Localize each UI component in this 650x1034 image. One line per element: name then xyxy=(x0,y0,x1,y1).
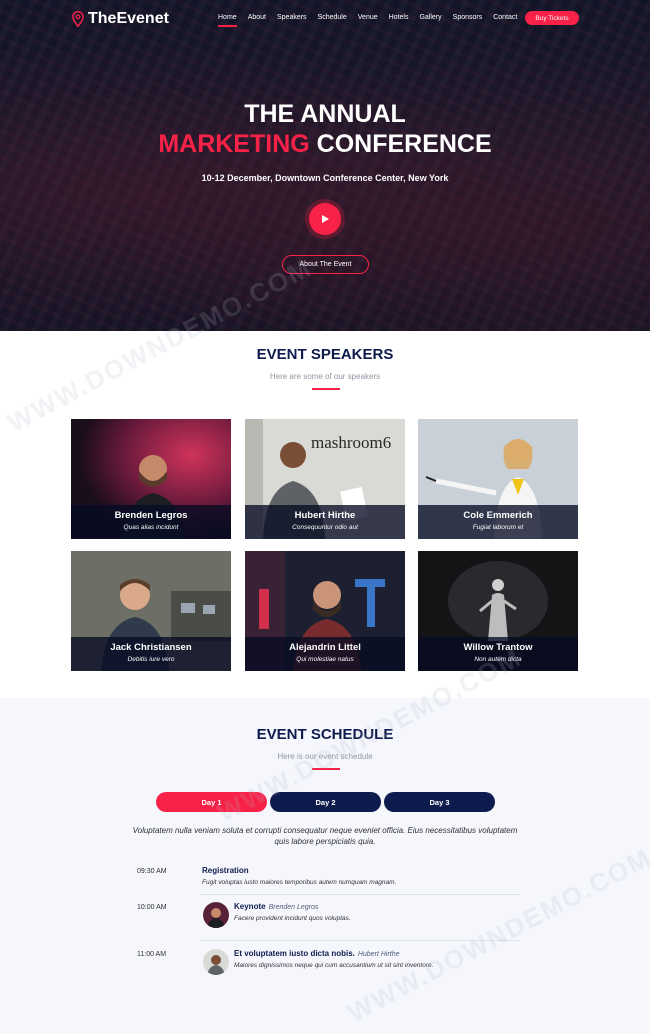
schedule-desc: Fugit voluptas iusto maiores temporibus … xyxy=(202,879,397,886)
speaker-role: Non autem dicta xyxy=(474,656,522,663)
speaker-name: Hubert Hirthe xyxy=(294,510,356,521)
schedule-title: Et voluptatem iusto dicta nobis. Hubert H… xyxy=(234,949,400,958)
speakers-title: EVENT SPEAKERS xyxy=(256,346,394,363)
speaker-card[interactable]: Jack Christiansen Debitis iure vero xyxy=(71,551,231,671)
speaker-role: Fugiat laborum et xyxy=(472,524,524,531)
hero-subtitle: 10-12 December, Downtown Conference Cent… xyxy=(201,173,449,183)
speaker-role: Qui molestiae natus xyxy=(296,656,354,663)
speaker-role: Consequuntur odio aut xyxy=(292,524,358,531)
schedule-speaker: Brenden Legros xyxy=(268,904,319,911)
hero-title-line1: THE ANNUAL xyxy=(244,100,406,128)
nav-gallery[interactable]: Gallery xyxy=(419,12,441,23)
speaker-card[interactable]: Willow Trantow Non autem dicta xyxy=(418,551,578,671)
section-divider xyxy=(312,388,340,390)
speaker-name: Brenden Legros xyxy=(114,510,188,521)
nav-home[interactable]: Home xyxy=(218,12,237,27)
speaker-name: Jack Christiansen xyxy=(110,642,192,653)
speaker-role: Debitis iure vero xyxy=(127,656,175,663)
divider xyxy=(200,894,520,895)
speaker-role: Quas alias incidunt xyxy=(123,524,179,531)
tab-day-2[interactable]: Day 2 xyxy=(270,792,381,812)
avatar-photo xyxy=(203,949,229,975)
nav-speakers[interactable]: Speakers xyxy=(277,12,307,23)
speaker-caption: Alejandrin Littel Qui molestiae natus xyxy=(245,637,405,671)
speaker-caption: Hubert Hirthe Consequuntur odio aut xyxy=(245,505,405,539)
speaker-name: Willow Trantow xyxy=(463,642,533,653)
nav-about[interactable]: About xyxy=(248,12,266,23)
buy-tickets-button[interactable]: Buy Tickets xyxy=(525,11,579,25)
speaker-caption: Cole Emmerich Fugiat laborum et xyxy=(418,505,578,539)
speakers-subtitle: Here are some of our speakers xyxy=(269,372,381,381)
map-pin-icon xyxy=(72,11,84,27)
about-event-button[interactable]: About The Event xyxy=(282,255,369,274)
nav-contact[interactable]: Contact xyxy=(493,12,517,23)
schedule-time: 10:00 AM xyxy=(137,904,167,911)
schedule-title: EVENT SCHEDULE xyxy=(256,726,394,743)
hero-title-line2: MARKETING CONFERENCE xyxy=(0,130,650,159)
tab-day-3[interactable]: Day 3 xyxy=(384,792,495,812)
section-divider xyxy=(312,768,340,770)
speaker-card[interactable]: Cole Emmerich Fugiat laborum et xyxy=(418,419,578,539)
schedule-time: 09:30 AM xyxy=(137,868,167,875)
schedule-title: Registration xyxy=(202,866,249,875)
speaker-card[interactable]: mashroom6 Hubert Hirthe Consequuntur odi… xyxy=(245,419,405,539)
avatar xyxy=(203,902,229,928)
nav-sponsors[interactable]: Sponsors xyxy=(453,12,483,23)
main-nav: Home About Speakers Schedule Venue Hotel… xyxy=(218,12,528,27)
nav-schedule[interactable]: Schedule xyxy=(318,12,347,23)
hero-section: TheEvenet Home About Speakers Schedule V… xyxy=(0,0,650,331)
schedule-subtitle: Here is our event schedule xyxy=(277,752,373,761)
logo-text: TheEvenet xyxy=(88,10,169,27)
nav-venue[interactable]: Venue xyxy=(358,12,378,23)
schedule-item-title: Keynote xyxy=(234,902,266,911)
schedule-item-title: Et voluptatem iusto dicta nobis. xyxy=(234,949,355,958)
schedule-title: Keynote Brenden Legros xyxy=(234,902,318,911)
logo[interactable]: TheEvenet xyxy=(72,10,169,28)
schedule-time: 11:00 AM xyxy=(137,951,167,958)
speaker-caption: Brenden Legros Quas alias incidunt xyxy=(71,505,231,539)
divider xyxy=(200,940,520,941)
schedule-desc: Maiores dignissimos neque qui cum accusa… xyxy=(234,962,434,969)
schedule-intro: Voluptatem nulla veniam soluta et corrup… xyxy=(132,826,518,846)
play-icon xyxy=(322,215,329,223)
speaker-name: Alejandrin Littel xyxy=(289,642,361,653)
schedule-item-title: Registration xyxy=(202,866,249,875)
avatar-photo xyxy=(203,902,229,928)
sign-text: mashroom6 xyxy=(311,433,392,452)
schedule-section xyxy=(0,698,650,1034)
schedule-speaker: Hubert Hirthe xyxy=(357,951,400,958)
hero-title-rest: CONFERENCE xyxy=(309,130,492,158)
nav-hotels[interactable]: Hotels xyxy=(389,12,409,23)
tab-day-1[interactable]: Day 1 xyxy=(156,792,267,812)
schedule-desc: Facere provident incidunt quos voluptas. xyxy=(234,915,351,922)
avatar xyxy=(203,949,229,975)
speaker-name: Cole Emmerich xyxy=(463,510,533,521)
play-video-button[interactable] xyxy=(309,203,341,235)
speaker-caption: Willow Trantow Non autem dicta xyxy=(418,637,578,671)
speaker-card[interactable]: Brenden Legros Quas alias incidunt xyxy=(71,419,231,539)
hero-title-accent: MARKETING xyxy=(158,130,310,158)
speaker-caption: Jack Christiansen Debitis iure vero xyxy=(71,637,231,671)
speaker-card[interactable]: Alejandrin Littel Qui molestiae natus xyxy=(245,551,405,671)
